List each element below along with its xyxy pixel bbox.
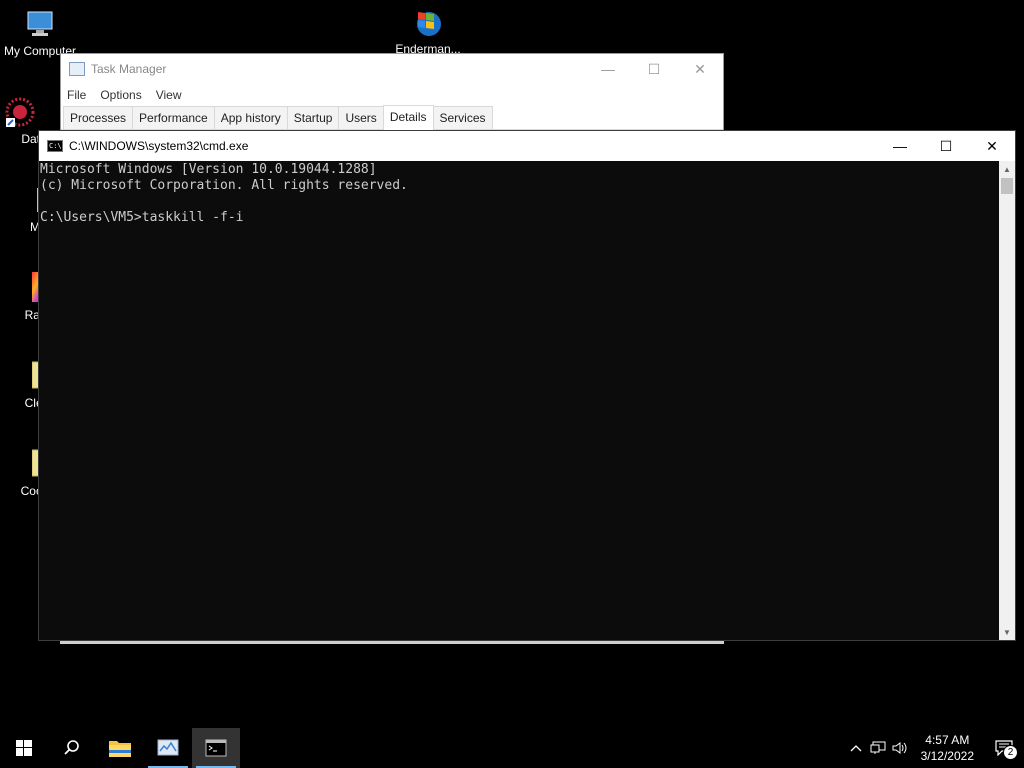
system-tray: 4:57 AM 3/12/2022 2 <box>845 728 1024 768</box>
folder-icon <box>109 741 131 757</box>
console-line: (c) Microsoft Corporation. All rights re… <box>40 178 408 193</box>
task-manager-tabs: Processes Performance App history Startu… <box>61 105 723 130</box>
volume-icon[interactable] <box>889 728 911 768</box>
menu-options[interactable]: Options <box>100 88 141 102</box>
tab-details[interactable]: Details <box>382 105 434 130</box>
cmd-window[interactable]: C:\ C:\WINDOWS\system32\cmd.exe — ☐ ✕ Mi… <box>38 130 1016 641</box>
network-icon[interactable] <box>867 728 889 768</box>
taskbar-clock[interactable]: 4:57 AM 3/12/2022 <box>911 732 984 764</box>
console-icon <box>205 739 227 757</box>
windows-logo-icon <box>412 6 444 38</box>
cmd-titlebar[interactable]: C:\ C:\WINDOWS\system32\cmd.exe — ☐ ✕ <box>39 131 1015 161</box>
search-icon <box>64 740 79 755</box>
desktop-icon-my-computer[interactable]: My Computer <box>0 8 80 58</box>
task-manager-icon <box>69 62 85 76</box>
windows-start-icon <box>16 740 32 756</box>
search-button[interactable] <box>48 728 96 768</box>
tab-startup[interactable]: Startup <box>286 106 340 129</box>
desktop-icon-enderman[interactable]: Enderman... <box>388 6 468 56</box>
close-button[interactable]: ✕ <box>677 54 723 84</box>
chevron-up-icon[interactable] <box>845 728 867 768</box>
maximize-button[interactable]: ☐ <box>923 131 969 161</box>
close-button[interactable]: ✕ <box>969 131 1015 161</box>
task-manager-title: Task Manager <box>91 62 167 76</box>
cmd-title: C:\WINDOWS\system32\cmd.exe <box>69 139 249 153</box>
tab-processes[interactable]: Processes <box>63 106 134 129</box>
menu-view[interactable]: View <box>156 88 182 102</box>
maximize-button[interactable]: ☐ <box>631 54 677 84</box>
task-manager-icon <box>157 739 179 756</box>
tab-users[interactable]: Users <box>338 106 384 129</box>
console-output[interactable]: Microsoft Windows [Version 10.0.19044.12… <box>39 161 999 640</box>
scroll-up-arrow-icon[interactable]: ▲ <box>999 161 1015 177</box>
console-line: Microsoft Windows [Version 10.0.19044.12… <box>40 162 377 177</box>
task-manager-window[interactable]: Task Manager — ☐ ✕ File Options View Pro… <box>60 53 724 133</box>
minimize-button[interactable]: — <box>877 131 923 161</box>
tab-app-history[interactable]: App history <box>213 106 288 129</box>
taskbar-file-explorer[interactable] <box>96 728 144 768</box>
taskbar-task-manager[interactable] <box>144 728 192 768</box>
console-icon: C:\ <box>47 140 63 152</box>
console-prompt-line[interactable]: C:\Users\VM5>taskkill -f-i <box>40 210 999 226</box>
action-center-button[interactable]: 2 <box>984 728 1024 768</box>
task-manager-titlebar[interactable]: Task Manager — ☐ ✕ <box>61 54 723 84</box>
taskbar: 4:57 AM 3/12/2022 2 <box>0 728 1024 768</box>
datawave-icon <box>4 96 36 128</box>
taskbar-cmd[interactable] <box>192 728 240 768</box>
scroll-down-arrow-icon[interactable]: ▼ <box>999 624 1015 640</box>
tab-services[interactable]: Services <box>432 106 493 129</box>
minimize-button[interactable]: — <box>585 54 631 84</box>
clock-date: 3/12/2022 <box>920 749 974 763</box>
computer-icon <box>24 8 56 40</box>
start-button[interactable] <box>0 728 48 768</box>
menu-file[interactable]: File <box>67 88 86 102</box>
clock-time: 4:57 AM <box>925 733 970 747</box>
task-manager-bottom-edge <box>60 641 724 644</box>
scroll-thumb[interactable] <box>1001 178 1013 194</box>
tab-performance[interactable]: Performance <box>132 106 215 129</box>
console-line: ​ <box>40 194 999 210</box>
notification-badge: 2 <box>1003 745 1018 760</box>
task-manager-menubar: File Options View <box>61 84 723 106</box>
vertical-scrollbar[interactable]: ▲ ▼ <box>999 161 1015 640</box>
